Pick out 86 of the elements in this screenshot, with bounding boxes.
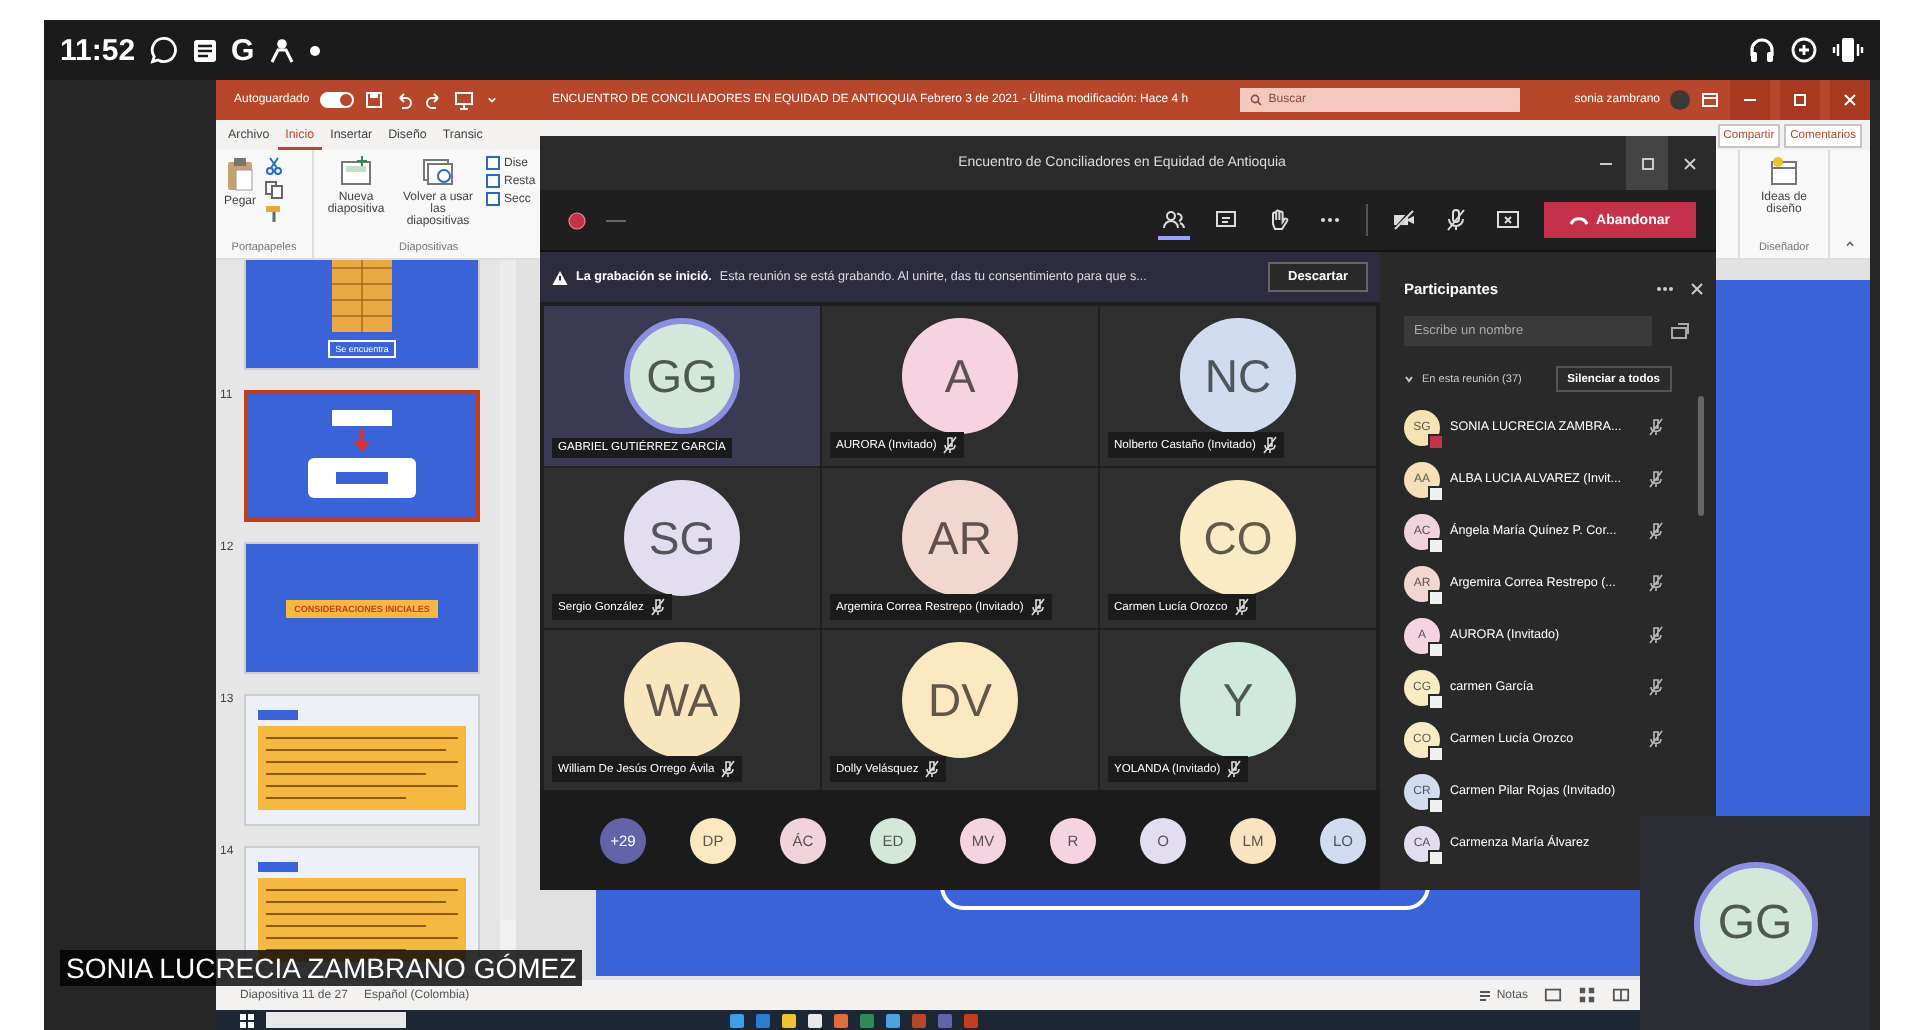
person-icon	[268, 36, 297, 64]
design-ideas-icon	[1768, 156, 1800, 188]
scissors-icon[interactable]	[264, 156, 285, 176]
normal-view-icon[interactable]	[1544, 986, 1562, 1004]
avatar: Y	[1180, 642, 1296, 758]
warning-icon	[552, 269, 568, 285]
mic-off-icon	[1648, 470, 1664, 488]
vibrate-icon	[1832, 36, 1864, 64]
mic-off-icon	[1648, 626, 1664, 644]
dot-icon	[310, 45, 321, 55]
slides-icon	[422, 156, 454, 188]
mic-off-icon	[1648, 418, 1664, 436]
avatar: WA	[624, 642, 740, 758]
present-icon[interactable]	[453, 90, 474, 110]
restore-icon	[1639, 155, 1655, 171]
recording-icon	[568, 211, 586, 229]
redo-icon[interactable]	[423, 90, 444, 110]
mic-off-icon	[1648, 522, 1664, 540]
mic-off-icon	[1444, 208, 1468, 232]
avatar: DV	[902, 642, 1018, 758]
chat-icon	[1214, 208, 1238, 232]
avatar: GG	[1693, 861, 1817, 985]
news-icon	[191, 37, 218, 63]
mic-off-icon	[1029, 598, 1046, 616]
avatar: SG	[624, 480, 740, 596]
ribbon-display-icon[interactable]	[1700, 90, 1720, 110]
app-letter: G	[231, 33, 255, 67]
reading-view-icon[interactable]	[1612, 986, 1630, 1004]
windows-icon[interactable]	[240, 1013, 254, 1027]
scrollbar[interactable]	[500, 260, 516, 920]
square-icon	[486, 192, 500, 206]
square-icon	[486, 174, 500, 188]
mic-off-icon	[1648, 574, 1664, 592]
avatar: GG	[624, 318, 740, 434]
chevron-icon	[1404, 374, 1414, 384]
avatar: AR	[902, 480, 1018, 596]
restore-icon	[1792, 92, 1808, 108]
chat-bubble-icon	[149, 36, 178, 64]
camera-off-icon	[1392, 208, 1416, 232]
share-icon	[1668, 319, 1692, 343]
speaker-caption: SONIA LUCRECIA ZAMBRANO GÓMEZ	[66, 952, 577, 984]
square-icon	[486, 156, 500, 170]
phone-icon	[1570, 215, 1589, 225]
notes-icon	[1478, 988, 1493, 1002]
restore-button[interactable]	[1780, 80, 1820, 120]
more-button[interactable]	[1656, 285, 1674, 291]
mic-off-icon	[649, 598, 666, 616]
format-painter-icon[interactable]	[264, 204, 285, 224]
undo-icon[interactable]	[393, 90, 414, 110]
hand-icon	[1266, 208, 1290, 232]
headphones-icon	[1748, 36, 1776, 64]
avatar: CO	[1180, 480, 1296, 596]
close-button[interactable]	[1690, 281, 1704, 295]
sorter-view-icon[interactable]	[1578, 986, 1596, 1004]
people-icon	[1162, 208, 1186, 232]
caret-icon[interactable]	[483, 92, 500, 108]
autosave-toggle[interactable]	[319, 92, 354, 108]
mic-off-icon	[720, 760, 737, 778]
dash-icon	[606, 217, 626, 223]
mic-off-icon	[942, 436, 959, 454]
new-slide-icon	[340, 156, 372, 188]
mic-off-icon	[1233, 598, 1250, 616]
clipboard-icon	[224, 156, 256, 192]
more-icon	[1656, 285, 1674, 291]
table-graphic	[332, 260, 392, 331]
avatar: NC	[1180, 318, 1296, 434]
close-icon	[1681, 155, 1697, 171]
collapse-ribbon-icon[interactable]	[1842, 236, 1858, 252]
slide-thumbnail[interactable]	[244, 390, 480, 522]
plus-circle-icon	[1790, 36, 1818, 64]
close-icon	[1690, 281, 1704, 295]
search-icon	[1250, 94, 1263, 106]
mic-off-icon	[1226, 760, 1243, 778]
search-field[interactable]	[266, 1012, 406, 1028]
mic-off-icon	[924, 760, 941, 778]
clock-time: 11:52	[60, 33, 136, 67]
mic-off-icon	[1648, 730, 1664, 748]
mic-off-icon	[1261, 436, 1278, 454]
save-icon[interactable]	[363, 90, 384, 110]
mic-off-icon	[1648, 678, 1664, 696]
copy-icon[interactable]	[264, 180, 285, 200]
avatar: A	[902, 318, 1018, 434]
restore-button[interactable]	[1626, 136, 1668, 190]
close-icon	[1842, 92, 1858, 108]
close-button[interactable]	[1830, 80, 1870, 120]
share-screen-icon	[1496, 208, 1520, 232]
